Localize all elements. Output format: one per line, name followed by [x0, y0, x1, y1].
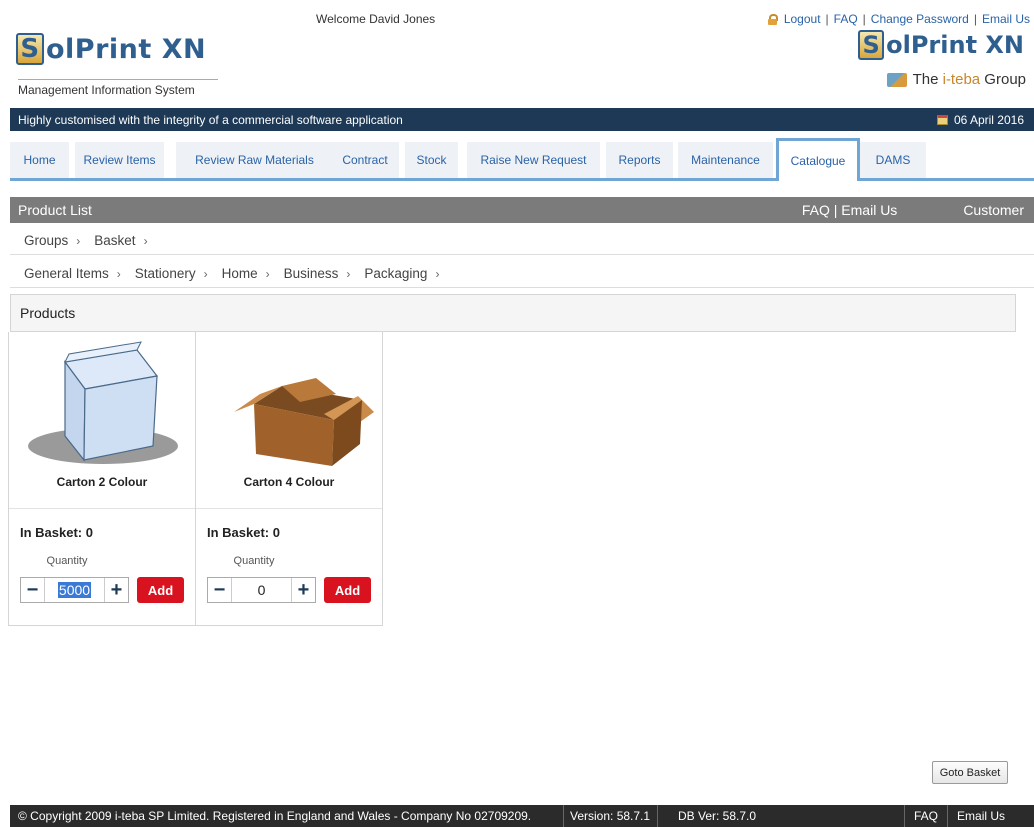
in-basket-count: In Basket: 0	[20, 525, 93, 540]
footer-faq-link[interactable]: FAQ	[904, 805, 947, 827]
email-us-link[interactable]: Email Us	[982, 12, 1030, 26]
welcome-text: Welcome David Jones	[316, 12, 436, 26]
increment-button[interactable]: +	[292, 578, 315, 602]
calendar-icon	[936, 114, 948, 125]
current-date: 06 April 2016	[953, 112, 1024, 127]
product-list-title: Product List	[18, 202, 92, 218]
tab-reports[interactable]: Reports	[606, 142, 673, 178]
breadcrumb-categories: General Items › Stationery › Home › Busi…	[10, 260, 1034, 288]
decrement-button[interactable]: −	[21, 578, 44, 602]
goto-basket-button[interactable]: Goto Basket	[932, 761, 1008, 784]
footer: © Copyright 2009 i-teba SP Limited. Regi…	[10, 805, 1034, 827]
footer-email-link[interactable]: Email Us	[947, 805, 1014, 827]
quantity-label: Quantity	[233, 555, 275, 567]
date-display: 06 April 2016	[936, 112, 1024, 127]
tagline-text: Highly customised with the integrity of …	[18, 112, 403, 127]
quantity-value: 5000	[57, 582, 92, 598]
add-button[interactable]: Add	[137, 577, 184, 603]
group-prefix: The	[912, 71, 943, 88]
tab-review-items[interactable]: Review Items	[75, 142, 164, 178]
breadcrumb-separator: ›	[76, 233, 81, 248]
customer-label: Customer	[963, 202, 1024, 218]
card-divider	[9, 508, 195, 509]
product-name: Carton 4 Colour	[243, 475, 335, 489]
lock-icon	[767, 13, 778, 25]
breadcrumb-item-packaging[interactable]: Packaging	[364, 266, 427, 281]
logo-text: olPrint XN	[886, 31, 1024, 59]
header: S olPrint XN Management Information Syst…	[0, 0, 1034, 108]
faq-email-link[interactable]: FAQ | Email Us	[802, 202, 897, 218]
link-separator: |	[862, 12, 866, 26]
quantity-input[interactable]: 0	[231, 578, 292, 602]
solprint-logo-right: S olPrint XN	[858, 30, 1024, 60]
group-brand: i-teba	[942, 71, 981, 88]
top-links: Logout | FAQ | Change Password | Email U…	[767, 12, 1030, 26]
copyright-text: © Copyright 2009 i-teba SP Limited. Regi…	[18, 809, 532, 823]
link-separator: |	[825, 12, 829, 26]
decrement-button[interactable]: −	[208, 578, 231, 602]
carton-2-colour-image[interactable]	[9, 332, 195, 472]
tab-home[interactable]: Home	[10, 142, 69, 178]
tab-review-raw-materials[interactable]: Review Raw Materials	[176, 142, 333, 178]
product-card: Carton 4 Colour In Basket: 0 Quantity − …	[195, 332, 383, 626]
products-title: Products	[20, 305, 76, 321]
breadcrumb-item-stationery[interactable]: Stationery	[135, 266, 196, 281]
quantity-stepper: − 5000 +	[20, 577, 129, 603]
breadcrumb-item-home[interactable]: Home	[222, 266, 258, 281]
tab-maintenance[interactable]: Maintenance	[678, 142, 773, 178]
version-text: Version: 58.7.1	[563, 805, 657, 827]
logout-link[interactable]: Logout	[784, 12, 821, 26]
breadcrumb-separator: ›	[203, 266, 208, 281]
in-basket-count: In Basket: 0	[207, 525, 280, 540]
main-nav: Home Review Items Review Raw Materials C…	[10, 138, 1034, 181]
iteba-group-logo: The i-teba Group	[886, 71, 1026, 88]
product-card: Carton 2 Colour In Basket: 0 Quantity − …	[8, 332, 196, 626]
change-password-link[interactable]: Change Password	[871, 12, 969, 26]
tab-contract[interactable]: Contract	[331, 142, 399, 178]
logo-initial: S	[16, 33, 44, 65]
breadcrumb-groups: Groups › Basket ›	[10, 227, 1034, 255]
breadcrumb-separator: ›	[435, 266, 440, 281]
breadcrumb-separator: ›	[346, 266, 351, 281]
add-button[interactable]: Add	[324, 577, 371, 603]
link-separator: |	[973, 12, 977, 26]
tab-catalogue[interactable]: Catalogue	[776, 138, 860, 181]
tab-stock[interactable]: Stock	[405, 142, 458, 178]
products-panel-header: Products	[10, 294, 1016, 332]
tagline-bar: Highly customised with the integrity of …	[10, 108, 1034, 131]
tab-raise-new-request[interactable]: Raise New Request	[467, 142, 600, 178]
carton-4-colour-image[interactable]	[196, 332, 382, 472]
logo-text: olPrint XN	[46, 33, 207, 65]
breadcrumb-separator: ›	[116, 266, 121, 281]
solprint-logo: S olPrint XN	[16, 33, 206, 65]
faq-link[interactable]: FAQ	[834, 12, 858, 26]
system-subtitle: Management Information System	[18, 79, 218, 97]
db-version-text: DB Ver: 58.7.0	[657, 805, 904, 827]
product-list-bar: Product List FAQ | Email Us Customer	[10, 197, 1034, 223]
breadcrumb-item-basket[interactable]: Basket	[94, 233, 135, 248]
increment-button[interactable]: +	[105, 578, 128, 602]
breadcrumb-item-general-items[interactable]: General Items	[24, 266, 109, 281]
product-name: Carton 2 Colour	[56, 475, 148, 489]
quantity-input[interactable]: 5000	[44, 578, 105, 602]
breadcrumb-separator: ›	[265, 266, 270, 281]
quantity-stepper: − 0 +	[207, 577, 316, 603]
quantity-label: Quantity	[46, 555, 88, 567]
iteba-icon	[886, 72, 907, 87]
card-divider	[196, 508, 382, 509]
group-suffix: Group	[980, 71, 1026, 88]
tab-dams[interactable]: DAMS	[860, 142, 926, 178]
breadcrumb-separator: ›	[143, 233, 148, 248]
breadcrumb-item-business[interactable]: Business	[284, 266, 339, 281]
breadcrumb-item-groups[interactable]: Groups	[24, 233, 68, 248]
logo-initial: S	[858, 30, 885, 60]
